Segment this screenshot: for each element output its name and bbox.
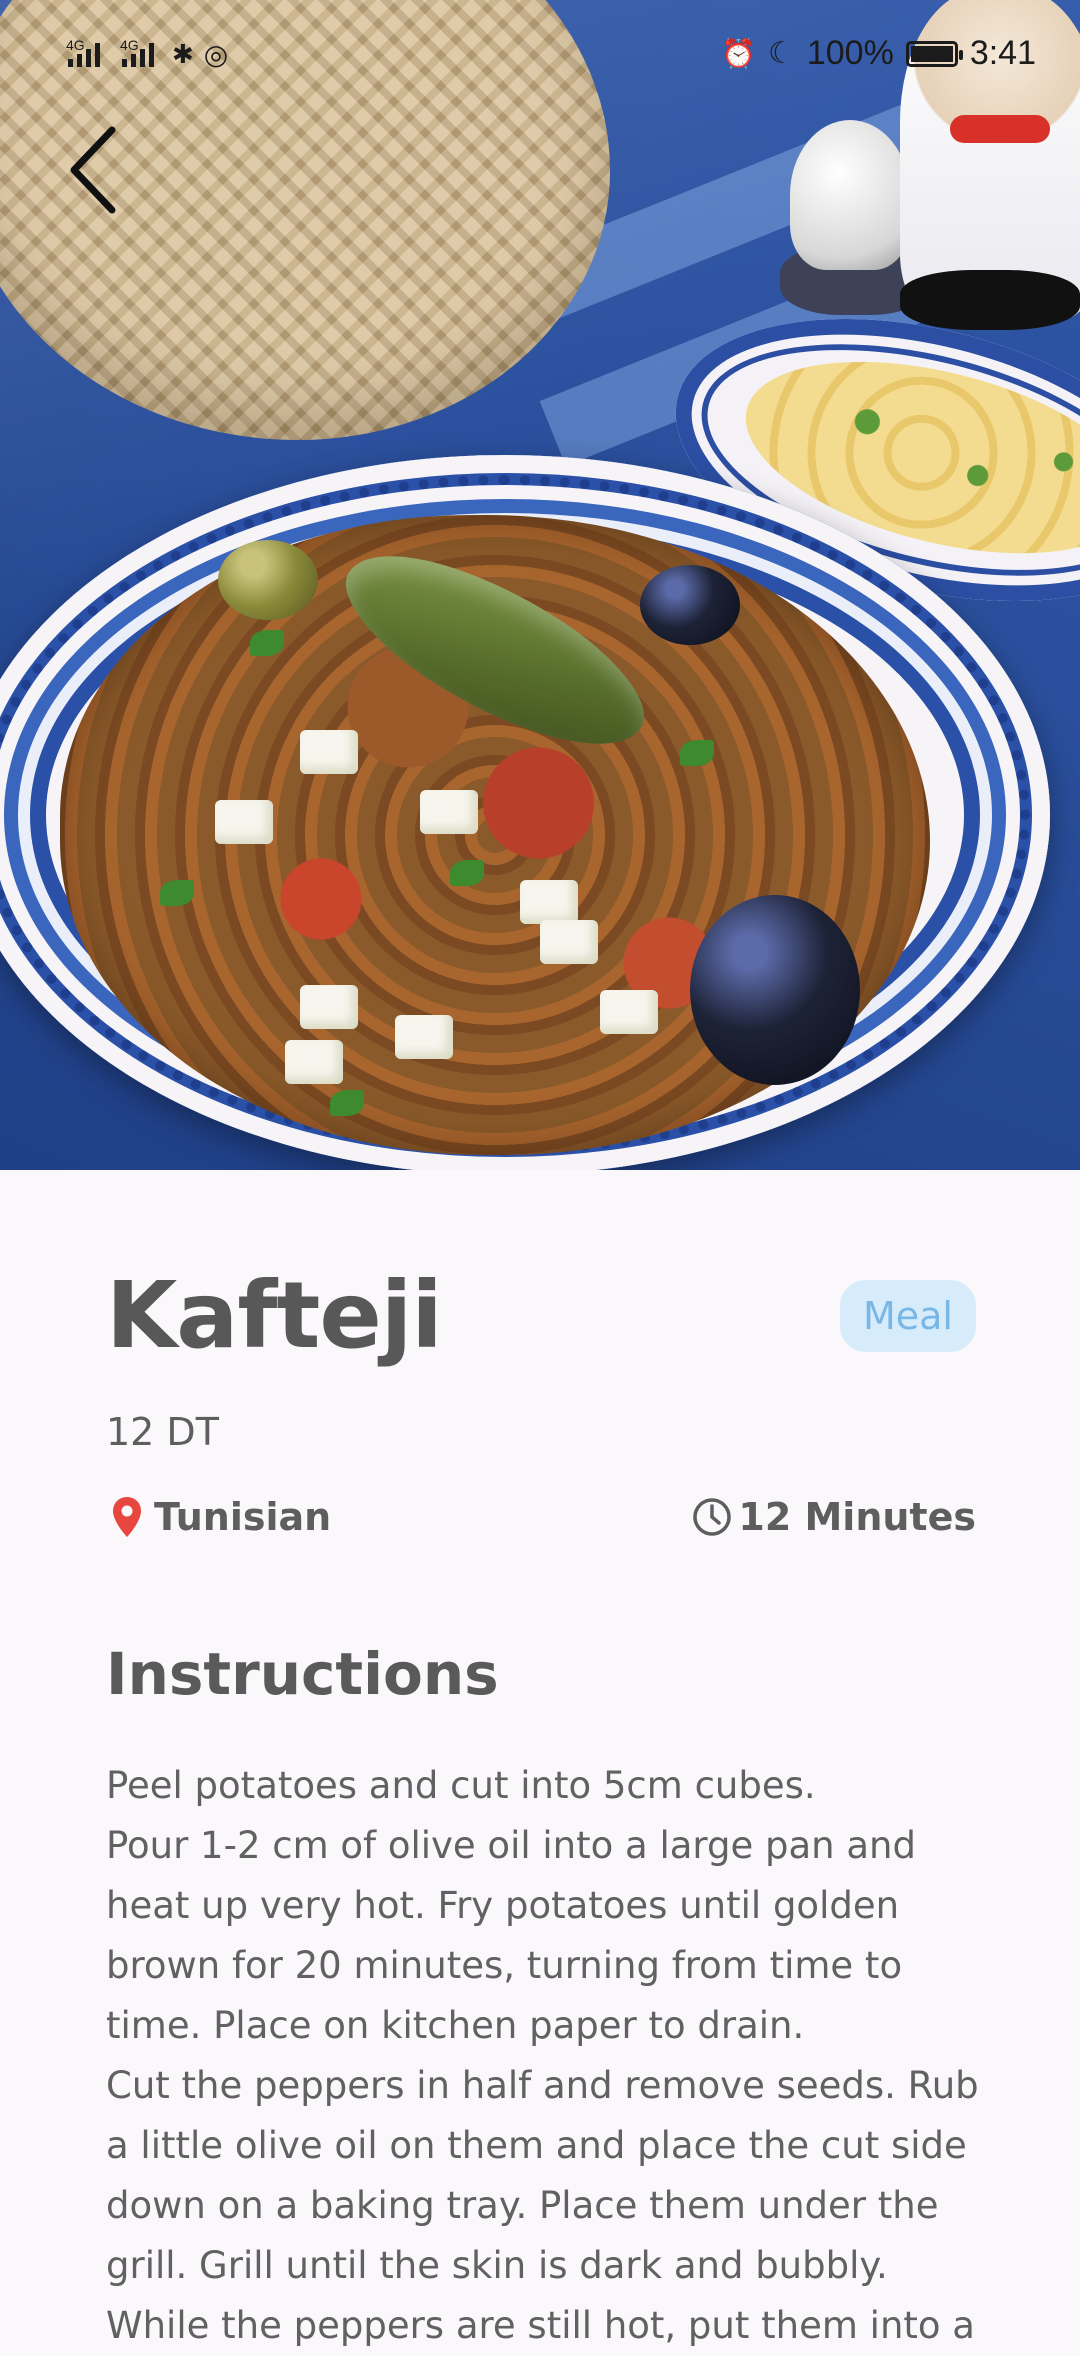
parsley	[450, 860, 484, 886]
instructions-heading: Instructions	[106, 1640, 499, 1708]
moon-icon: ☾	[767, 37, 795, 70]
onion-piece	[420, 790, 478, 834]
back-button[interactable]	[60, 120, 140, 220]
meal-area: Tunisian	[112, 1495, 331, 1539]
onion-piece	[540, 920, 598, 964]
status-left: 4G 4G ✱ ◎	[66, 37, 229, 71]
status-bar: 4G 4G ✱ ◎ ⏰ ☾ 100% 3:41	[0, 0, 1080, 120]
puzzle-icon: ✱	[172, 39, 194, 69]
clock-icon	[693, 1498, 732, 1536]
map-pin-icon	[113, 1497, 141, 1537]
instructions-text: Peel potatoes and cut into 5cm cubes. Po…	[106, 1764, 979, 2347]
green-olive	[218, 540, 318, 620]
chef-shoe	[900, 270, 1080, 330]
duration-label: 12 Minutes	[738, 1495, 976, 1539]
salt-shaker	[790, 120, 910, 270]
category-chip[interactable]: Meal	[840, 1280, 976, 1352]
black-olive	[690, 895, 860, 1085]
parsley	[680, 740, 714, 766]
parsley	[330, 1090, 364, 1116]
chevron-left-icon	[70, 126, 116, 214]
onion-piece	[300, 985, 358, 1029]
clock-time: 3:41	[969, 34, 1036, 72]
meal-photo	[0, 0, 1080, 1170]
onion-piece	[285, 1040, 343, 1084]
onion-piece	[300, 730, 358, 774]
battery-percent: 100%	[806, 34, 894, 72]
onion-piece	[600, 990, 658, 1034]
parsley	[160, 880, 194, 906]
signal-icon: 4G	[66, 37, 100, 67]
meal-price: 12 DT	[106, 1410, 219, 1454]
alarm-off-icon: ⏰	[721, 38, 756, 69]
meal-title: Kafteji	[106, 1262, 443, 1369]
onion-piece	[520, 880, 578, 924]
signal-icon: 4G	[120, 37, 154, 67]
status-right: ⏰ ☾ 100% 3:41	[721, 34, 1036, 73]
battery-icon	[905, 40, 963, 67]
black-olive	[640, 565, 740, 645]
onion-piece	[215, 800, 273, 844]
nfc-icon: ◎	[203, 39, 229, 70]
onion-piece	[395, 1015, 453, 1059]
parsley	[250, 630, 284, 656]
meal-duration: 12 Minutes	[692, 1495, 976, 1539]
area-label: Tunisian	[154, 1495, 332, 1539]
